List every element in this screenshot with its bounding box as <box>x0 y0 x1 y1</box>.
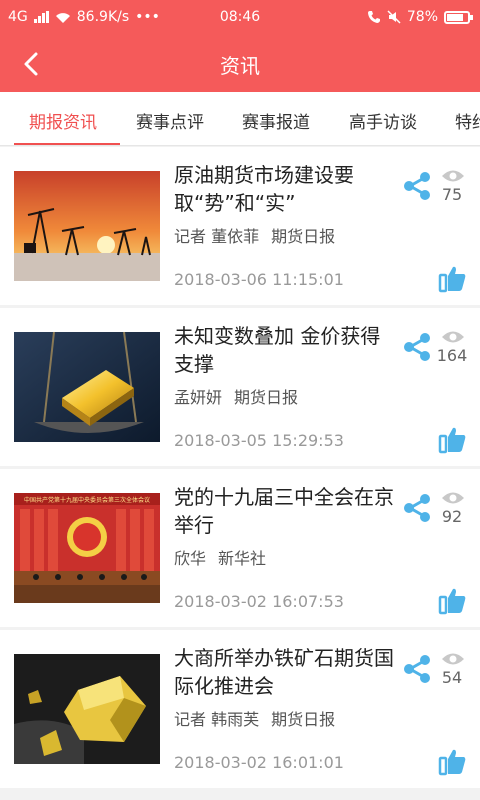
news-source: 新华社 <box>218 549 267 568</box>
news-meta: 欣华 新华社 <box>174 545 266 569</box>
share-icon[interactable] <box>402 654 432 684</box>
news-title: 党的十九届三中全会在京举行 <box>174 485 394 537</box>
news-date: 2018-03-06 11:15:01 <box>174 270 344 289</box>
battery-fill <box>447 13 463 21</box>
news-source: 期货日报 <box>234 388 299 407</box>
status-bar: 4G 86.9K/s ••• 08:46 78% <box>0 0 480 36</box>
thumbs-up-icon[interactable] <box>438 424 468 454</box>
eye-icon <box>442 492 464 504</box>
thumbs-up-icon[interactable] <box>438 585 468 615</box>
active-tab-indicator <box>14 143 120 145</box>
news-author: 记者 韩雨芙 <box>174 710 260 729</box>
mute-icon <box>387 10 401 24</box>
tab-expert-interview[interactable]: 高手访谈 <box>349 108 417 133</box>
view-count: 92 <box>441 507 463 526</box>
tab-match-review[interactable]: 赛事点评 <box>136 108 204 133</box>
news-title: 大商所举办铁矿石期货国际化推进会 <box>174 646 394 698</box>
thumbs-up-icon[interactable] <box>438 263 468 293</box>
news-source: 期货日报 <box>271 710 336 729</box>
news-author: 记者 董依菲 <box>174 227 260 246</box>
eye-icon <box>442 653 464 665</box>
tab-futures-news[interactable]: 期报资讯 <box>29 108 97 133</box>
news-item[interactable]: 未知变数叠加 金价获得支撑 孟妍妍 期货日报 2018-03-05 15:29:… <box>0 308 480 466</box>
news-meta: 记者 韩雨芙 期货日报 <box>174 706 335 730</box>
category-tabs: 期报资讯 赛事点评 赛事报道 高手访谈 特约 <box>0 92 480 146</box>
news-thumbnail <box>14 654 160 764</box>
view-count: 164 <box>436 346 468 365</box>
news-meta: 记者 董依菲 期货日报 <box>174 223 335 247</box>
share-icon[interactable] <box>402 493 432 523</box>
news-date: 2018-03-02 16:01:01 <box>174 753 344 772</box>
app-header: 资讯 <box>0 36 480 92</box>
view-count: 75 <box>441 185 463 204</box>
call-icon <box>367 11 380 23</box>
news-meta: 孟妍妍 期货日报 <box>174 384 298 408</box>
news-date: 2018-03-05 15:29:53 <box>174 431 344 450</box>
news-thumbnail <box>14 171 160 281</box>
news-item[interactable]: 原油期货市场建设要取“势”和“实” 记者 董依菲 期货日报 2018-03-06… <box>0 147 480 305</box>
news-item[interactable]: 中国共产党第十九届中央委员会第三次全体会议 党的十九届三中全会在京举行 欣华 新… <box>0 469 480 627</box>
news-item[interactable]: 大商所举办铁矿石期货国际化推进会 记者 韩雨芙 期货日报 2018-03-02 … <box>0 630 480 788</box>
page-title: 资讯 <box>220 54 260 78</box>
news-author: 孟妍妍 <box>174 388 223 407</box>
tab-special[interactable]: 特约 <box>455 108 480 133</box>
share-icon[interactable] <box>402 171 432 201</box>
tab-match-report[interactable]: 赛事报道 <box>242 108 310 133</box>
news-thumbnail <box>14 332 160 442</box>
news-title: 未知变数叠加 金价获得支撑 <box>174 324 381 376</box>
news-thumbnail: 中国共产党第十九届中央委员会第三次全体会议 <box>14 493 160 603</box>
battery-icon <box>444 10 473 24</box>
news-list: 原油期货市场建设要取“势”和“实” 记者 董依菲 期货日报 2018-03-06… <box>0 147 480 791</box>
eye-icon <box>442 170 464 182</box>
eye-icon <box>442 331 464 343</box>
news-image-banner: 中国共产党第十九届中央委员会第三次全体会议 <box>24 496 150 504</box>
view-count: 54 <box>441 668 463 687</box>
news-author: 欣华 <box>174 549 207 568</box>
thumbs-up-icon[interactable] <box>438 746 468 776</box>
news-source: 期货日报 <box>271 227 336 246</box>
news-title: 原油期货市场建设要取“势”和“实” <box>174 163 354 215</box>
share-icon[interactable] <box>402 332 432 362</box>
news-date: 2018-03-02 16:07:53 <box>174 592 344 611</box>
battery-percent: 78% <box>406 9 438 25</box>
